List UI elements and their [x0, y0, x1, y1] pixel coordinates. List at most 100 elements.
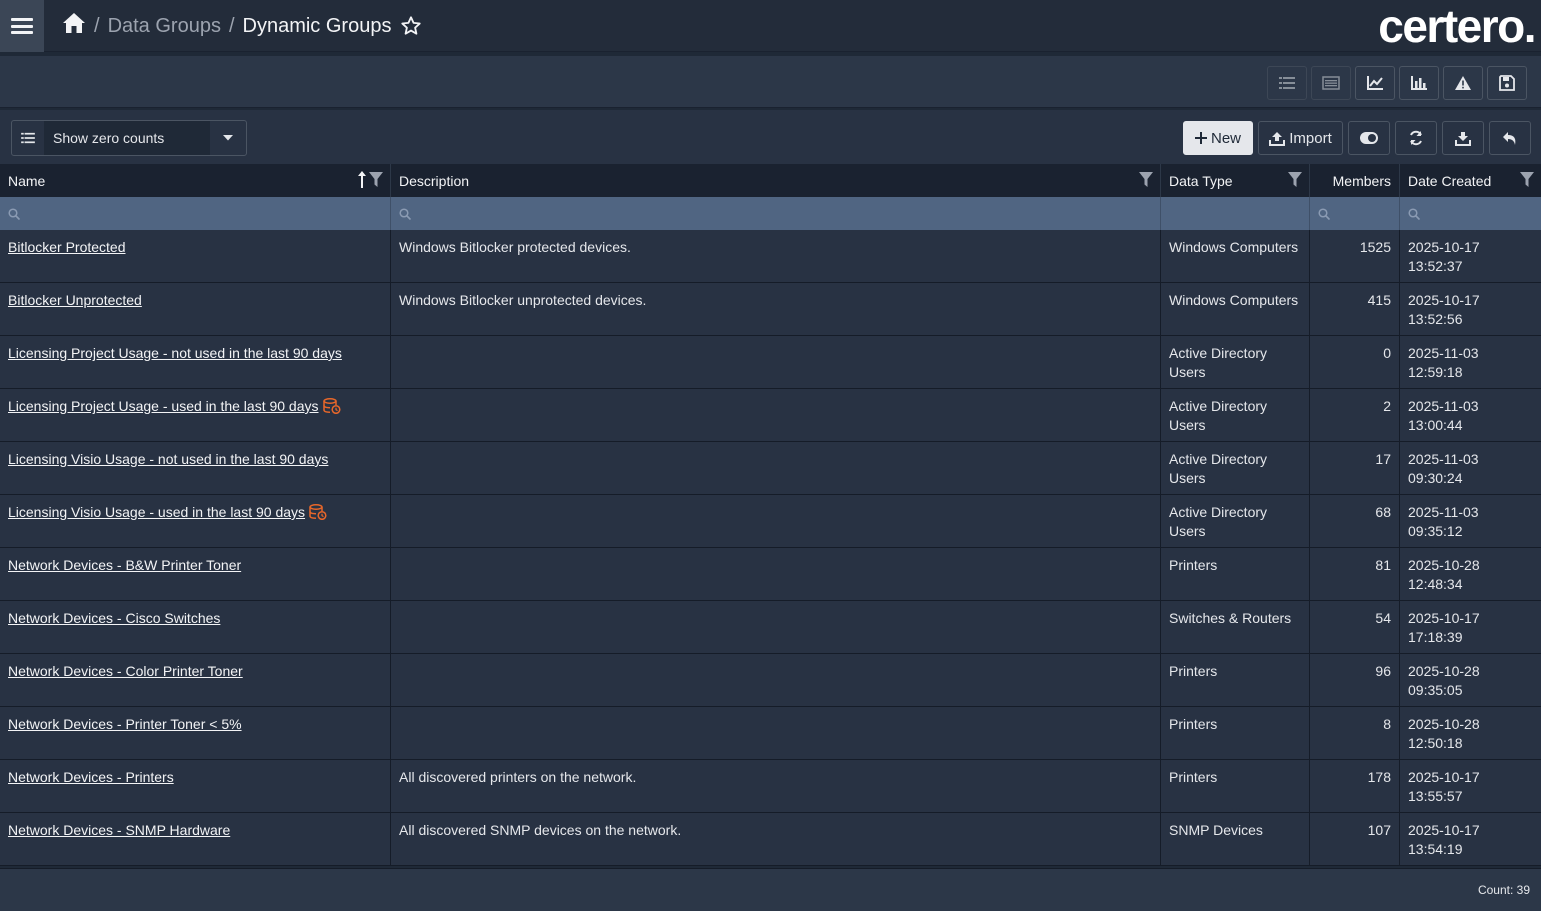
table-row[interactable]: Licensing Project Usage - used in the la… — [0, 389, 1541, 442]
group-name-link[interactable]: Network Devices - Printer Toner < 5% — [8, 716, 242, 732]
column-header-description[interactable]: Description — [391, 164, 1161, 197]
page-title: Dynamic Groups — [242, 14, 392, 37]
breadcrumb-separator: / — [94, 14, 100, 37]
download-icon — [1455, 131, 1471, 146]
group-name-link[interactable]: Network Devices - Color Printer Toner — [8, 663, 243, 679]
filter-icon[interactable] — [1288, 172, 1302, 187]
time-value: 09:35:12 — [1408, 523, 1463, 539]
table-row[interactable]: Network Devices - B&W Printer Toner Print… — [0, 548, 1541, 601]
description-cell: Windows Bitlocker unprotected devices. — [391, 283, 1161, 335]
list-view-button[interactable] — [1267, 66, 1307, 100]
name-cell: Licensing Visio Usage - used in the last… — [0, 495, 391, 547]
table-view-button[interactable] — [1311, 66, 1351, 100]
warning-icon — [1455, 76, 1471, 90]
breadcrumb-data-groups[interactable]: Data Groups — [108, 15, 221, 38]
members-search-input[interactable] — [1310, 197, 1400, 230]
filter-icon[interactable] — [1520, 172, 1534, 187]
column-date-created-label: Date Created — [1408, 172, 1492, 189]
table-row[interactable]: Network Devices - SNMP Hardware All disco… — [0, 813, 1541, 866]
date-created-search-input[interactable] — [1400, 197, 1541, 230]
group-name-link[interactable]: Network Devices - SNMP Hardware — [8, 822, 230, 838]
undo-button[interactable] — [1489, 121, 1531, 155]
table-header: Name Description Data Type Members Date … — [0, 164, 1541, 197]
group-name-link[interactable]: Bitlocker Unprotected — [8, 292, 142, 308]
search-icon — [1318, 207, 1330, 220]
refresh-button[interactable] — [1395, 121, 1437, 155]
data-type-cell: Active Directory Users — [1161, 495, 1310, 547]
new-button[interactable]: New — [1183, 121, 1253, 155]
table-row[interactable]: Bitlocker Unprotected Windows Bitlocker u… — [0, 283, 1541, 336]
warning-button[interactable] — [1443, 66, 1483, 100]
breadcrumb-separator: / — [228, 14, 235, 37]
data-type-cell: Printers — [1161, 760, 1310, 812]
table-row[interactable]: Licensing Visio Usage - used in the last… — [0, 495, 1541, 548]
table-row[interactable]: Network Devices - Color Printer Toner Pri… — [0, 654, 1541, 707]
table-footer: Count: 39 — [0, 868, 1541, 911]
description-search-input[interactable] — [391, 197, 1161, 230]
column-data-type-label: Data Type — [1169, 172, 1233, 189]
column-header-members[interactable]: Members — [1310, 164, 1400, 197]
filter-icon[interactable] — [1139, 172, 1153, 187]
group-name-link[interactable]: Licensing Project Usage - used in the la… — [8, 398, 319, 414]
breadcrumb: / Data Groups / Dynamic Groups — [62, 12, 422, 40]
data-type-cell: Active Directory Users — [1161, 442, 1310, 494]
column-header-name[interactable]: Name — [0, 164, 391, 197]
date-value: 2025-11-03 — [1408, 345, 1479, 361]
name-cell: Bitlocker Protected — [0, 230, 391, 282]
download-button[interactable] — [1442, 121, 1484, 155]
dynamic-groups-table: Name Description Data Type Members Date … — [0, 164, 1541, 866]
group-name-link[interactable]: Licensing Project Usage - not used in th… — [8, 345, 342, 361]
table-row[interactable]: Licensing Project Usage - not used in th… — [0, 336, 1541, 389]
table-row[interactable]: Network Devices - Printers All discovered… — [0, 760, 1541, 813]
bar-chart-icon — [1411, 76, 1427, 90]
menu-button[interactable] — [0, 0, 44, 52]
members-cell: 96 — [1310, 654, 1400, 706]
record-count: Count: 39 — [1477, 883, 1530, 897]
import-button[interactable]: Import — [1258, 121, 1343, 155]
caret-down-icon[interactable] — [210, 134, 246, 142]
group-name-link[interactable]: Licensing Visio Usage - used in the last… — [8, 504, 305, 520]
group-name-link[interactable]: Network Devices - B&W Printer Toner — [8, 557, 241, 573]
action-bar: Show zero counts New Import — [0, 110, 1541, 164]
data-type-cell: SNMP Devices — [1161, 813, 1310, 865]
group-name-link[interactable]: Licensing Visio Usage - not used in the … — [8, 451, 328, 467]
import-label: Import — [1289, 129, 1332, 147]
time-value: 13:54:19 — [1408, 841, 1463, 857]
zero-counts-select[interactable]: Show zero counts — [11, 120, 247, 156]
description-cell — [391, 548, 1161, 600]
date-created-cell: 2025-11-03 09:30:24 — [1400, 442, 1541, 494]
date-value: 2025-10-17 — [1408, 292, 1480, 308]
bar-chart-button[interactable] — [1399, 66, 1439, 100]
sort-ascending-icon[interactable] — [358, 171, 366, 189]
group-name-link[interactable]: Network Devices - Cisco Switches — [8, 610, 220, 626]
name-search-input[interactable] — [0, 197, 391, 230]
table-row[interactable]: Bitlocker Protected Windows Bitlocker pro… — [0, 230, 1541, 283]
date-value: 2025-10-17 — [1408, 610, 1480, 626]
data-type-search-input[interactable] — [1161, 197, 1310, 230]
toggle-icon — [1360, 132, 1378, 144]
search-row — [0, 197, 1541, 230]
date-created-cell: 2025-10-28 09:35:05 — [1400, 654, 1541, 706]
filter-icon[interactable] — [369, 172, 383, 187]
description-cell: All discovered SNMP devices on the netwo… — [391, 813, 1161, 865]
table-row[interactable]: Licensing Visio Usage - not used in the … — [0, 442, 1541, 495]
save-button[interactable] — [1487, 66, 1527, 100]
column-header-data-type[interactable]: Data Type — [1161, 164, 1310, 197]
column-header-date-created[interactable]: Date Created — [1400, 164, 1541, 197]
time-value: 12:48:34 — [1408, 576, 1463, 592]
undo-icon — [1503, 131, 1516, 145]
date-created-cell: 2025-11-03 09:35:12 — [1400, 495, 1541, 547]
upload-icon — [1269, 131, 1286, 146]
toggle-button[interactable] — [1348, 121, 1390, 155]
table-row[interactable]: Network Devices - Cisco Switches Switches… — [0, 601, 1541, 654]
line-chart-button[interactable] — [1355, 66, 1395, 100]
data-type-cell: Windows Computers — [1161, 230, 1310, 282]
table-row[interactable]: Network Devices - Printer Toner < 5% Prin… — [0, 707, 1541, 760]
group-name-link[interactable]: Bitlocker Protected — [8, 239, 126, 255]
list-icon — [12, 121, 44, 155]
group-name-link[interactable]: Network Devices - Printers — [8, 769, 174, 785]
date-created-cell: 2025-10-17 13:54:19 — [1400, 813, 1541, 865]
star-icon[interactable] — [400, 15, 422, 37]
home-icon[interactable] — [62, 12, 86, 40]
database-clock-icon — [309, 504, 327, 520]
